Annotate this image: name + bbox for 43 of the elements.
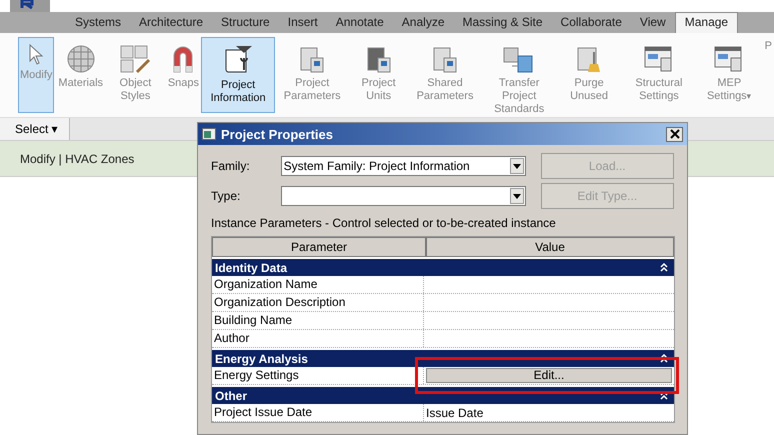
collapse-icon — [660, 391, 668, 400]
parameter-cell: Author — [212, 330, 424, 347]
parameter-cell: Building Name — [212, 312, 424, 329]
parameter-cell: Project Issue Date — [212, 404, 424, 421]
ribbon-tab[interactable]: Systems — [66, 13, 130, 33]
parameter-cell: Organization Description — [212, 294, 424, 311]
field-label: Type: — [211, 189, 242, 203]
window-icon — [202, 128, 216, 140]
column-header[interactable]: Value — [426, 237, 674, 257]
ribbon-tab[interactable]: Massing & Site — [454, 13, 552, 33]
parameter-cell: Energy Settings — [212, 367, 424, 384]
dropdown-arrow-icon — [512, 194, 521, 198]
instance-caption: Instance Parameters - Control selected or to-be-created instance — [211, 216, 557, 230]
close-button[interactable] — [666, 126, 683, 142]
context-title: Modify | HVAC Zones — [20, 152, 134, 166]
type-dropdown[interactable] — [280, 186, 526, 206]
ribbon-tab[interactable]: Manage — [674, 12, 738, 33]
ribbon-tab[interactable]: Insert — [278, 13, 327, 33]
dropdown-arrow-icon — [512, 164, 521, 168]
sphere-icon — [66, 44, 96, 74]
group-header[interactable]: Other — [212, 387, 674, 404]
parameter-cell: Organization Name — [212, 276, 424, 293]
ribbon-tab[interactable]: Annotate — [326, 13, 393, 33]
ribbon-tab[interactable]: View — [630, 13, 675, 33]
collapse-icon — [660, 263, 668, 272]
cursor-icon — [28, 44, 44, 66]
field-label: Family: — [211, 159, 251, 173]
value-cell-text: Issue Date — [425, 406, 484, 420]
select-menu[interactable]: Select ▾ — [0, 118, 70, 140]
ribbon-tab[interactable]: Structure — [212, 13, 279, 33]
edit-button[interactable]: Edit... — [426, 368, 672, 383]
collapse-icon — [660, 354, 668, 363]
column-header[interactable]: Parameter — [212, 237, 426, 257]
dialog-title: Project Properties — [221, 126, 334, 142]
group-header[interactable]: Energy Analysis — [212, 350, 674, 367]
grid-brush-icon — [119, 44, 152, 74]
ribbon-tab[interactable]: Architecture — [130, 13, 212, 33]
ribbon-tab[interactable]: Analyze — [392, 13, 454, 33]
app-logo-icon[interactable] — [10, 0, 50, 12]
family-dropdown[interactable]: System Family: Project Information — [280, 156, 526, 176]
group-header[interactable]: Identity Data — [212, 259, 674, 276]
ribbon-button[interactable]: Project Information — [201, 37, 276, 113]
ribbon-tab[interactable]: Collaborate — [552, 13, 631, 33]
